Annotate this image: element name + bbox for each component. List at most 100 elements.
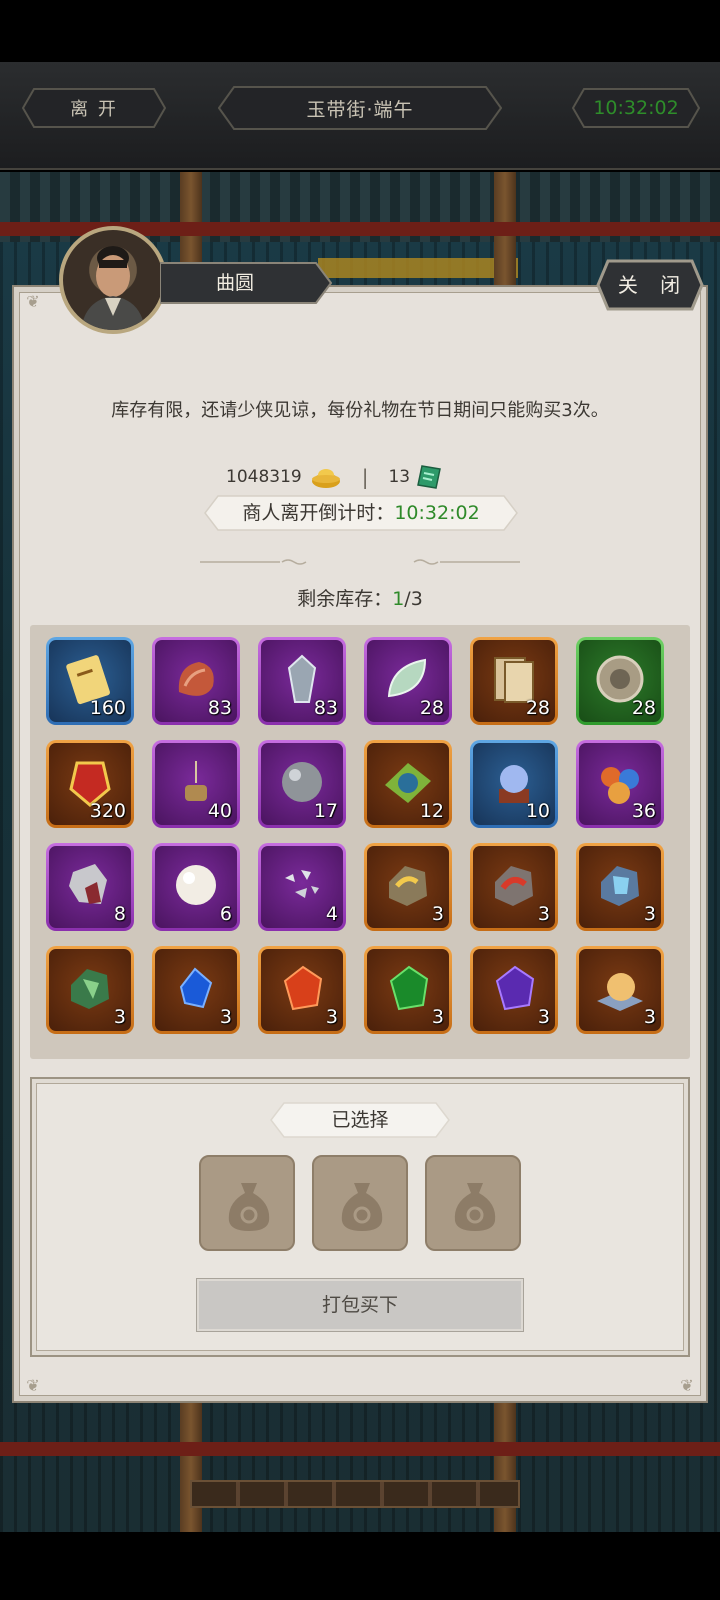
blue-gem-icon <box>179 967 213 1009</box>
item-quantity: 83 <box>313 697 338 719</box>
close-button[interactable]: 关 闭 <box>596 259 704 311</box>
leave-label: 离 开 <box>70 99 118 120</box>
selected-slot-2[interactable] <box>312 1155 408 1251</box>
selection-title: 已选择 <box>270 1102 450 1138</box>
green-ticket-icon <box>417 465 442 489</box>
item-cell-inner: 12 <box>367 743 449 825</box>
money-bag-icon <box>341 1183 383 1231</box>
item-cell[interactable]: 40 <box>152 740 240 828</box>
item-cell[interactable]: 3 <box>152 946 240 1034</box>
item-cell-inner: 3 <box>473 846 555 928</box>
item-cell[interactable]: 17 <box>258 740 346 828</box>
amber-orb-icon <box>597 973 643 1011</box>
item-quantity: 320 <box>89 800 126 822</box>
item-cell[interactable]: 83 <box>152 637 240 725</box>
purple-gem-icon <box>495 965 535 1011</box>
location-title-text: 玉带街·端午 <box>306 98 414 121</box>
stock-total: /3 <box>404 588 423 610</box>
item-cell-inner: 3 <box>579 846 661 928</box>
item-cell[interactable]: 6 <box>152 843 240 931</box>
item-cell-inner: 6 <box>155 846 237 928</box>
item-cell-inner: 28 <box>473 640 555 722</box>
item-cell-inner: 17 <box>261 743 343 825</box>
item-cell-inner: 3 <box>49 949 131 1031</box>
item-quantity: 83 <box>207 697 232 719</box>
item-cell[interactable]: 36 <box>576 740 664 828</box>
stock-label: 剩余库存： <box>297 588 393 610</box>
ticket-amount: 13 <box>388 467 411 487</box>
merchant-avatar <box>59 226 167 334</box>
nav-bar-area <box>0 1532 720 1600</box>
silver-shards-icon <box>285 870 319 898</box>
green-ore-icon <box>71 969 109 1009</box>
remaining-stock: 剩余库存：1/3 <box>0 584 720 611</box>
item-cell[interactable]: 3 <box>576 843 664 931</box>
item-quantity: 17 <box>313 800 338 822</box>
item-cell[interactable]: 3 <box>364 843 452 931</box>
item-cell[interactable]: 28 <box>364 637 452 725</box>
item-quantity: 3 <box>113 1006 126 1028</box>
green-gem-icon <box>389 965 429 1011</box>
item-cell[interactable]: 3 <box>470 946 558 1034</box>
item-cell[interactable]: 3 <box>258 946 346 1034</box>
item-cell-inner: 40 <box>155 743 237 825</box>
item-cell[interactable]: 28 <box>470 637 558 725</box>
close-label: 关 闭 <box>617 273 689 297</box>
item-cell-inner: 3 <box>473 949 555 1031</box>
corner-ornament: ❦ <box>26 292 40 311</box>
item-cell-inner: 3 <box>367 949 449 1031</box>
item-cell[interactable]: 83 <box>258 637 346 725</box>
item-cell[interactable]: 3 <box>46 946 134 1034</box>
corner-ornament: ❦ <box>26 1376 40 1395</box>
item-cell[interactable]: 3 <box>576 946 664 1034</box>
status-bar-area <box>0 0 720 62</box>
clock-display: 10:32:02 <box>572 88 700 128</box>
buy-all-label: 打包买下 <box>321 1294 398 1316</box>
leave-button[interactable]: 离 开 <box>22 88 166 128</box>
item-quantity: 28 <box>525 697 550 719</box>
item-cell-inner: 83 <box>155 640 237 722</box>
selection-title-text: 已选择 <box>331 1109 389 1131</box>
item-cell-inner: 160 <box>49 640 131 722</box>
location-title: 玉带街·端午 <box>218 86 502 130</box>
buy-all-button[interactable]: 打包买下 <box>197 1279 523 1331</box>
background-gate <box>190 1480 520 1508</box>
item-cell[interactable]: 160 <box>46 637 134 725</box>
item-cell[interactable]: 4 <box>258 843 346 931</box>
item-cell-inner: 4 <box>261 846 343 928</box>
item-cell[interactable]: 320 <box>46 740 134 828</box>
item-quantity: 3 <box>537 903 550 925</box>
item-quantity: 3 <box>643 903 656 925</box>
item-quantity: 4 <box>325 903 338 925</box>
item-cell-inner: 3 <box>261 949 343 1031</box>
item-cell-inner: 3 <box>367 846 449 928</box>
selected-slot-1[interactable] <box>199 1155 295 1251</box>
selected-slot-3[interactable] <box>425 1155 521 1251</box>
item-cell[interactable]: 3 <box>364 946 452 1034</box>
item-cell[interactable]: 10 <box>470 740 558 828</box>
item-cell[interactable]: 28 <box>576 637 664 725</box>
merchant-countdown: 商人离开倒计时：10:32:02 <box>204 495 518 531</box>
item-cell[interactable]: 8 <box>46 843 134 931</box>
wallet: 1048319 | 13 <box>226 462 442 492</box>
merchant-name: 曲圆 <box>215 272 254 294</box>
item-quantity: 10 <box>525 800 550 822</box>
money-bag-icon <box>228 1183 270 1231</box>
corner-ornament: ❦ <box>680 1376 694 1395</box>
countdown-time: 10:32:02 <box>394 502 480 524</box>
item-quantity: 3 <box>643 1006 656 1028</box>
item-cell[interactable]: 3 <box>470 843 558 931</box>
item-cell-inner: 3 <box>579 949 661 1031</box>
item-quantity: 28 <box>631 697 656 719</box>
wallet-separator: | <box>361 465 369 489</box>
pearl-icon <box>176 865 216 905</box>
item-quantity: 40 <box>207 800 232 822</box>
item-quantity: 28 <box>419 697 444 719</box>
item-quantity: 3 <box>431 1006 444 1028</box>
item-cell-inner: 83 <box>261 640 343 722</box>
stock-current: 1 <box>392 588 405 610</box>
blue-ore-icon <box>601 866 639 906</box>
top-bar: 离 开 玉带街·端午 10:32:02 <box>0 62 720 170</box>
gold-ore-icon <box>389 866 427 906</box>
item-cell[interactable]: 12 <box>364 740 452 828</box>
